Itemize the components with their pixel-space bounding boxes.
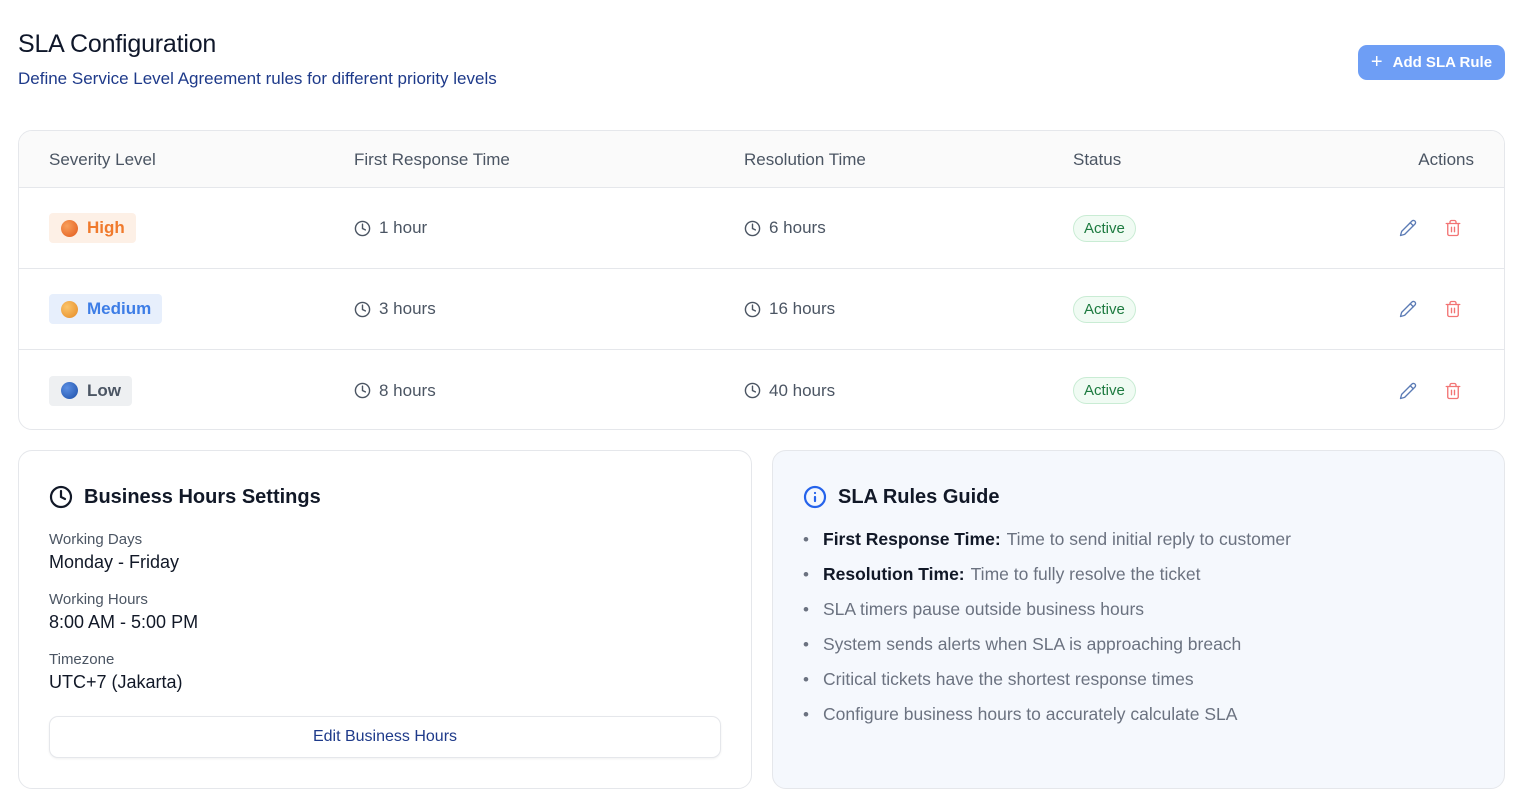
working-hours-label: Working Hours — [49, 591, 148, 608]
working-hours-field: Working Hours 8:00 AM - 5:00 PM — [49, 591, 198, 633]
working-days-field: Working Days Monday - Friday — [49, 531, 179, 573]
resolution-value: 6 hours — [769, 218, 826, 237]
add-sla-rule-label: Add SLA Rule — [1392, 54, 1493, 71]
table-header: Severity Level First Response Time Resol… — [19, 131, 1504, 188]
severity-label: High — [87, 218, 125, 237]
edit-icon[interactable] — [1399, 300, 1417, 318]
column-header-actions: Actions — [1418, 150, 1474, 169]
working-days-value: Monday - Friday — [49, 552, 180, 572]
table-row: Low 8 hours 40 hours Active — [19, 350, 1504, 429]
add-sla-rule-button[interactable]: + Add SLA Rule — [1358, 45, 1505, 80]
page-title: SLA Configuration — [18, 30, 217, 58]
list-item: • Critical tickets have the shortest resp… — [803, 669, 1194, 689]
first-response-value: 3 hours — [379, 299, 436, 318]
list-item: • SLA timers pause outside business hours — [803, 599, 1145, 619]
trash-icon[interactable] — [1444, 300, 1462, 318]
clock-icon — [49, 485, 73, 509]
clock-icon — [354, 220, 371, 236]
column-header-first-response: First Response Time — [354, 150, 510, 169]
list-item: • First Response Time: Time to send initia… — [803, 529, 1291, 549]
trash-icon[interactable] — [1444, 219, 1462, 237]
clock-icon — [744, 220, 761, 236]
status-badge: Active — [1073, 295, 1136, 323]
business-hours-title: Business Hours Settings — [49, 485, 321, 509]
working-hours-value: 8:00 AM - 5:00 PM — [49, 612, 199, 632]
info-icon — [803, 485, 827, 509]
list-item: • Resolution Time: Time to fully resolve t… — [803, 564, 1201, 584]
edit-icon[interactable] — [1399, 382, 1417, 400]
list-item: • Configure business hours to accurately … — [803, 704, 1238, 724]
clock-icon — [354, 301, 371, 317]
trash-icon[interactable] — [1444, 382, 1462, 400]
edit-business-hours-button[interactable]: Edit Business Hours — [49, 716, 721, 758]
severity-dot-icon — [61, 219, 78, 237]
first-response-value: 1 hour — [379, 218, 428, 237]
severity-dot-icon — [61, 382, 78, 399]
column-header-resolution: Resolution Time — [744, 150, 866, 169]
working-days-label: Working Days — [49, 531, 143, 548]
sla-guide-card: SLA Rules Guide • First Response Time: Tim… — [772, 450, 1505, 789]
column-header-status: Status — [1073, 150, 1122, 169]
resolution-value: 16 hours — [769, 299, 836, 318]
guide-list: • First Response Time: Time to send initia… — [803, 529, 1291, 739]
edit-icon[interactable] — [1399, 219, 1417, 237]
first-response-value: 8 hours — [379, 380, 436, 400]
severity-label: Low — [87, 380, 121, 400]
severity-badge-high: High — [49, 213, 136, 243]
page-header: SLA Configuration Define Service Level A… — [18, 30, 497, 89]
clock-icon — [744, 301, 761, 317]
list-item: • System sends alerts when SLA is approac… — [803, 634, 1242, 654]
timezone-field: Timezone UTC+7 (Jakarta) — [49, 651, 183, 693]
plus-icon: + — [1370, 50, 1383, 73]
severity-badge-medium: Medium — [49, 294, 163, 324]
timezone-value: UTC+7 (Jakarta) — [49, 672, 183, 692]
severity-label: Medium — [87, 299, 152, 318]
resolution-value: 40 hours — [769, 380, 836, 400]
severity-dot-icon — [61, 300, 78, 318]
severity-badge-low: Low — [49, 375, 132, 406]
status-badge: Active — [1073, 377, 1136, 404]
clock-icon — [354, 382, 371, 399]
business-hours-card: Business Hours Settings Working Days Mon… — [18, 450, 752, 789]
column-header-severity: Severity Level — [49, 150, 156, 169]
clock-icon — [744, 382, 761, 399]
sla-rules-table: Severity Level First Response Time Resol… — [18, 130, 1505, 430]
sla-guide-title: SLA Rules Guide — [803, 485, 1000, 509]
timezone-label: Timezone — [49, 651, 115, 668]
table-row: High 1 hour 6 hours Active — [19, 188, 1504, 269]
page-subtitle: Define Service Level Agreement rules for… — [18, 69, 497, 88]
table-row: Medium 3 hours 16 hours Active — [19, 269, 1504, 350]
status-badge: Active — [1073, 214, 1136, 242]
